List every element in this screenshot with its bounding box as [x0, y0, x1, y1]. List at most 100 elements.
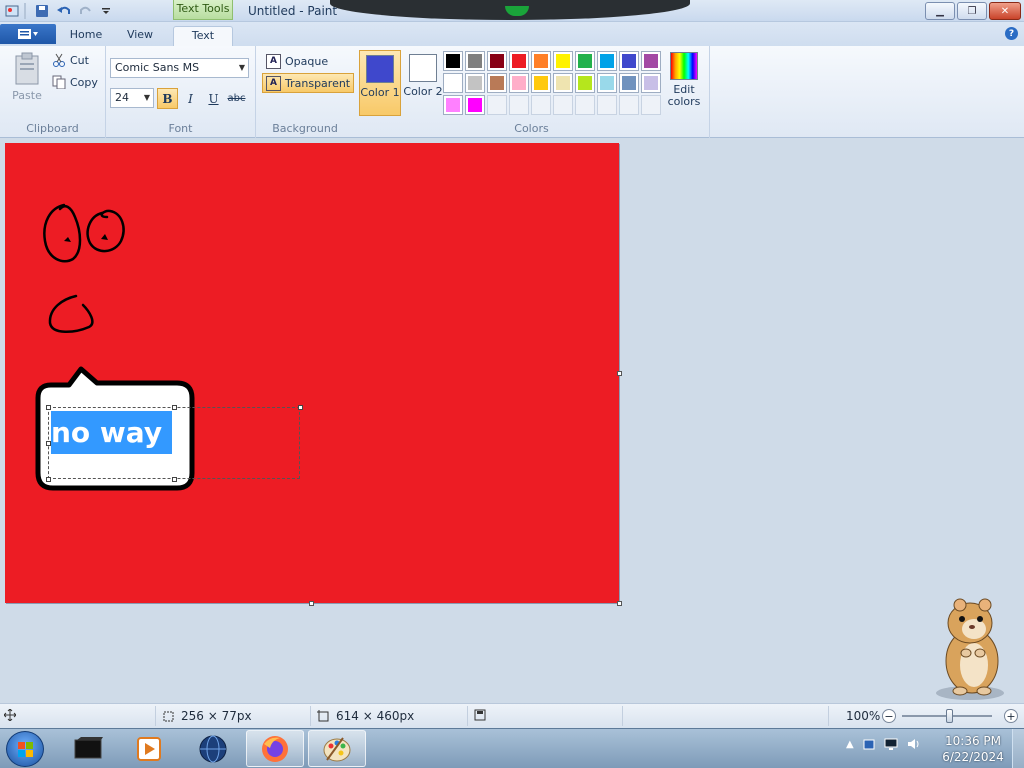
palette-swatch[interactable]: [443, 51, 463, 71]
text-input-box[interactable]: no way: [46, 405, 303, 482]
palette-swatch[interactable]: [465, 95, 485, 115]
strikethrough-button[interactable]: abc: [226, 88, 247, 109]
redo-icon[interactable]: [78, 3, 94, 19]
palette-swatch[interactable]: [641, 51, 661, 71]
canvas-resize-handle-bottom[interactable]: [309, 601, 314, 606]
show-hidden-icons-icon[interactable]: ▲: [846, 739, 854, 750]
maximize-button[interactable]: ❐: [957, 2, 987, 20]
palette-empty-slot[interactable]: [641, 95, 661, 115]
palette-swatch[interactable]: [575, 51, 595, 71]
zoom-slider-thumb[interactable]: [946, 709, 953, 723]
font-family-select[interactable]: Comic Sans MS ▼: [110, 58, 249, 78]
undo-icon[interactable]: [56, 3, 72, 19]
palette-swatch[interactable]: [443, 73, 463, 93]
canvas-resize-handle-corner[interactable]: [617, 601, 622, 606]
palette-empty-slot[interactable]: [553, 95, 573, 115]
copy-icon: [52, 75, 66, 89]
textbox-handle[interactable]: [46, 441, 51, 446]
cut-button[interactable]: Cut: [52, 53, 89, 67]
palette-swatch[interactable]: [443, 95, 463, 115]
textbox-handle[interactable]: [172, 405, 177, 410]
italic-button[interactable]: I: [180, 88, 201, 109]
copy-button[interactable]: Copy: [52, 75, 98, 89]
font-size-select[interactable]: 24 ▼: [110, 88, 154, 108]
hamster-desktop-pet[interactable]: [930, 593, 1010, 703]
palette-empty-slot[interactable]: [531, 95, 551, 115]
palette-swatch[interactable]: [487, 51, 507, 71]
opaque-button[interactable]: A Opaque: [262, 51, 332, 71]
ribbon-tab-row: Home View Text ?: [0, 22, 1024, 46]
save-icon[interactable]: [34, 3, 50, 19]
palette-swatch[interactable]: [553, 51, 573, 71]
paint-menu-button[interactable]: [0, 24, 56, 44]
palette-empty-slot[interactable]: [509, 95, 529, 115]
tab-text[interactable]: Text: [173, 26, 233, 46]
palette-swatch[interactable]: [487, 73, 507, 93]
drawing-canvas[interactable]: no way: [5, 143, 622, 606]
status-divider: [828, 706, 829, 726]
underline-button[interactable]: U: [203, 88, 224, 109]
monitor-icon[interactable]: [884, 737, 898, 751]
palette-empty-slot[interactable]: [575, 95, 595, 115]
transparent-button[interactable]: A Transparent: [262, 73, 355, 93]
palette-swatch-color: [468, 76, 482, 90]
color-spectrum-icon: [670, 52, 698, 80]
zoom-in-button[interactable]: +: [1004, 709, 1018, 723]
textbox-handle[interactable]: [46, 477, 51, 482]
network-icon[interactable]: [862, 737, 876, 751]
palette-swatch[interactable]: [597, 51, 617, 71]
color2-label: Color 2: [403, 85, 443, 98]
taskbar-app-media-player[interactable]: [120, 730, 178, 767]
palette-swatch[interactable]: [465, 73, 485, 93]
selection-size-value: 256 × 77px: [181, 709, 252, 723]
font-group: Comic Sans MS ▼ 24 ▼ B I U abc Font: [106, 46, 256, 138]
palette-empty-slot[interactable]: [487, 95, 507, 115]
taskbar-app-firefox[interactable]: [246, 730, 304, 767]
palette-swatch[interactable]: [575, 73, 595, 93]
palette-swatch[interactable]: [465, 51, 485, 71]
color1-button[interactable]: Color 1: [359, 50, 401, 116]
selected-text[interactable]: no way: [51, 411, 173, 454]
color1-label: Color 1: [360, 86, 400, 99]
textbox-handle[interactable]: [298, 405, 303, 410]
close-button[interactable]: ✕: [989, 2, 1021, 20]
palette-empty-slot[interactable]: [619, 95, 639, 115]
palette-swatch[interactable]: [597, 73, 617, 93]
selection-size: 256 × 77px: [162, 709, 252, 723]
textbox-handle[interactable]: [46, 405, 51, 410]
help-icon[interactable]: ?: [1005, 27, 1018, 40]
paint-palette-icon: [323, 736, 351, 761]
palette-empty-slot[interactable]: [597, 95, 617, 115]
color2-button[interactable]: Color 2: [402, 50, 444, 116]
minimize-button[interactable]: ▁: [925, 2, 955, 20]
show-desktop-button[interactable]: [1012, 729, 1024, 768]
taskbar-app-terminal[interactable]: [60, 730, 118, 767]
textbox-handle[interactable]: [172, 477, 177, 482]
bold-button[interactable]: B: [157, 88, 178, 109]
palette-swatch-color: [490, 54, 504, 68]
edit-colors-button[interactable]: Edit colors: [666, 52, 702, 108]
palette-swatch[interactable]: [619, 73, 639, 93]
tab-view[interactable]: View: [114, 26, 166, 46]
taskbar-clock[interactable]: 10:36 PM 6/22/2024: [942, 733, 1004, 765]
palette-swatch[interactable]: [509, 73, 529, 93]
palette-swatch-color: [644, 54, 658, 68]
volume-icon[interactable]: [906, 737, 920, 751]
palette-swatch[interactable]: [553, 73, 573, 93]
clock-date: 6/22/2024: [942, 750, 1004, 764]
palette-swatch[interactable]: [509, 51, 529, 71]
palette-swatch[interactable]: [531, 73, 551, 93]
palette-swatch[interactable]: [641, 73, 661, 93]
qat-customize-icon[interactable]: [98, 3, 114, 19]
paste-button[interactable]: Paste: [8, 52, 46, 102]
canvas-resize-handle-right[interactable]: [617, 371, 622, 376]
paint-app-icon[interactable]: [4, 3, 20, 19]
tab-home[interactable]: Home: [60, 26, 112, 46]
palette-swatch[interactable]: [619, 51, 639, 71]
taskbar-app-paint[interactable]: [308, 730, 366, 767]
palette-swatch[interactable]: [531, 51, 551, 71]
taskbar-app-browser-globe[interactable]: [184, 730, 242, 767]
palette-swatch-color: [512, 54, 526, 68]
start-button[interactable]: [6, 731, 44, 767]
zoom-out-button[interactable]: −: [882, 709, 896, 723]
